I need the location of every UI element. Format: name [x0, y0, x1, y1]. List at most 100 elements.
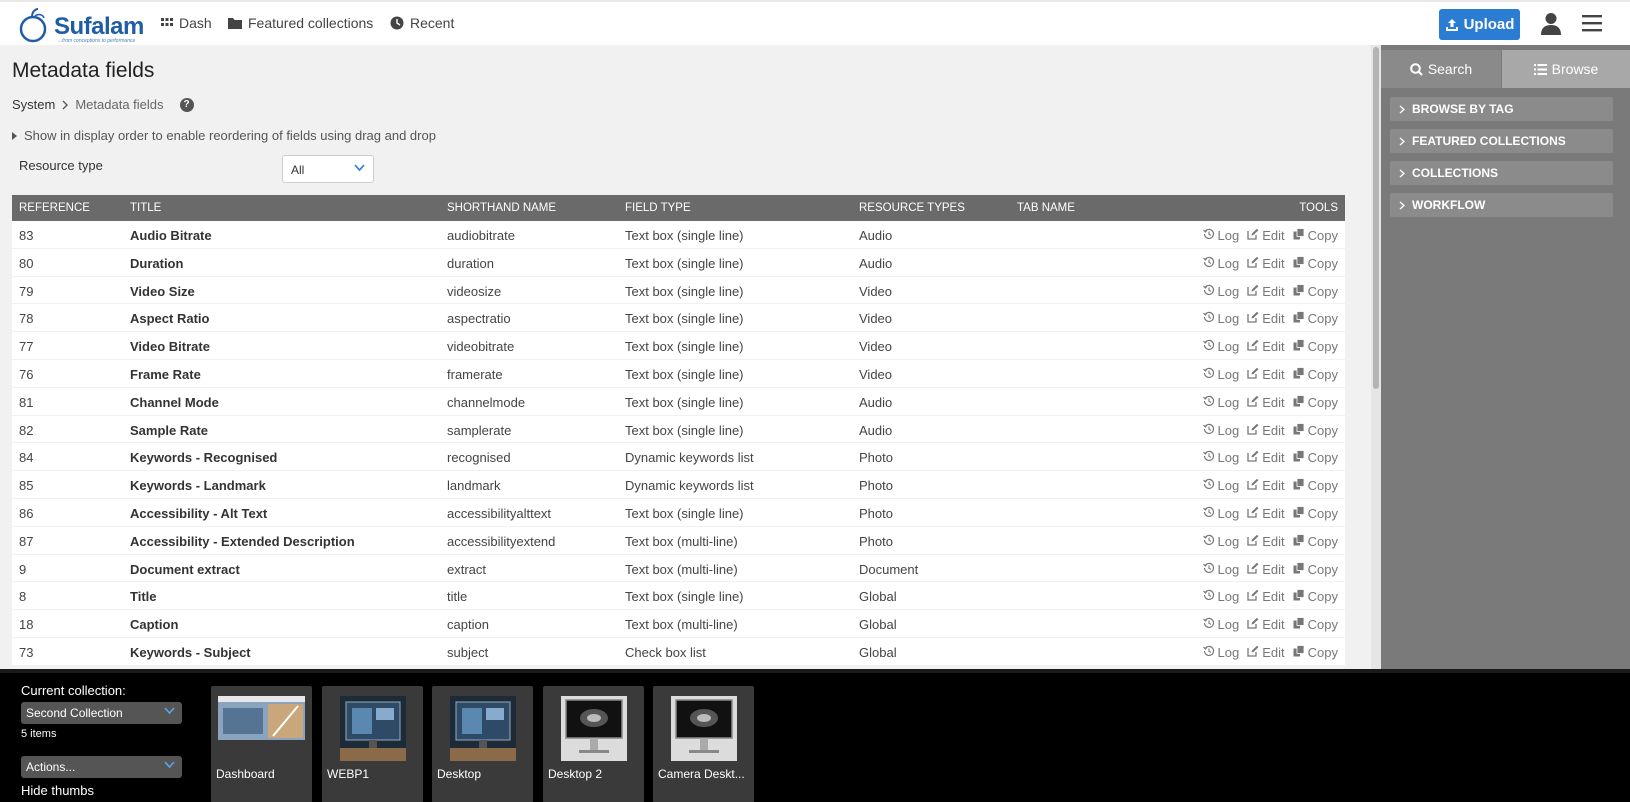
log-link[interactable]: Log	[1202, 534, 1239, 549]
log-link[interactable]: Log	[1202, 256, 1239, 271]
copy-link[interactable]: Copy	[1293, 645, 1338, 660]
tab-search[interactable]: Search	[1381, 50, 1501, 88]
table-row[interactable]: 87 Accessibility - Extended Description ac…	[12, 526, 1345, 555]
collection-select[interactable]: Second Collection	[21, 702, 182, 724]
copy-link[interactable]: Copy	[1293, 423, 1338, 438]
col-tab-name[interactable]: TAB NAME	[1017, 202, 1075, 214]
edit-link[interactable]: Edit	[1247, 395, 1285, 410]
col-reference[interactable]: REFERENCE	[19, 202, 90, 214]
table-row[interactable]: 18 Caption caption Text box (multi-line) Glo…	[12, 610, 1345, 638]
log-link[interactable]: Log	[1202, 284, 1239, 299]
collection-thumbnail[interactable]: Camera Deskt...	[653, 686, 754, 802]
edit-link[interactable]: Edit	[1247, 589, 1285, 604]
copy-link[interactable]: Copy	[1293, 311, 1338, 326]
user-account-icon[interactable]	[1540, 12, 1562, 41]
edit-link[interactable]: Edit	[1247, 534, 1285, 549]
hide-thumbs-link[interactable]: Hide thumbs	[21, 783, 94, 798]
history-icon	[1202, 645, 1215, 660]
collection-thumbnail[interactable]: Desktop	[432, 686, 533, 802]
copy-link[interactable]: Copy	[1293, 478, 1338, 493]
copy-link[interactable]: Copy	[1293, 284, 1338, 299]
log-link[interactable]: Log	[1202, 395, 1239, 410]
log-link[interactable]: Log	[1202, 589, 1239, 604]
upload-button[interactable]: Upload	[1439, 9, 1520, 40]
edit-link[interactable]: Edit	[1247, 423, 1285, 438]
copy-link[interactable]: Copy	[1293, 617, 1338, 632]
table-row[interactable]: 78 Aspect Ratio aspectratio Text box (singl…	[12, 304, 1345, 333]
log-link[interactable]: Log	[1202, 228, 1239, 243]
log-link[interactable]: Log	[1202, 617, 1239, 632]
edit-link[interactable]: Edit	[1247, 339, 1285, 354]
log-link[interactable]: Log	[1202, 423, 1239, 438]
table-row[interactable]: 79 Video Size videosize Text box (single li…	[12, 276, 1345, 305]
copy-link[interactable]: Copy	[1293, 339, 1338, 354]
edit-link[interactable]: Edit	[1247, 645, 1285, 660]
table-row[interactable]: 82 Sample Rate samplerate Text box (single …	[12, 415, 1345, 444]
actions-select[interactable]: Actions...	[21, 756, 182, 778]
hamburger-menu-icon[interactable]	[1582, 14, 1602, 37]
copy-link[interactable]: Copy	[1293, 228, 1338, 243]
log-link[interactable]: Log	[1202, 506, 1239, 521]
table-row[interactable]: 76 Frame Rate framerate Text box (single li…	[12, 359, 1345, 388]
table-row[interactable]: 77 Video Bitrate videobitrate Text box (sin…	[12, 332, 1345, 360]
edit-link[interactable]: Edit	[1247, 506, 1285, 521]
nav-featured-collections[interactable]: Featured collections	[228, 15, 373, 31]
edit-link[interactable]: Edit	[1247, 617, 1285, 632]
table-row[interactable]: 73 Keywords - Subject subject Check box lis…	[12, 637, 1345, 666]
nav-recent[interactable]: Recent	[390, 15, 454, 31]
table-row[interactable]: 80 Duration duration Text box (single line)…	[12, 248, 1345, 277]
table-row[interactable]: 86 Accessibility - Alt Text accessibilitya…	[12, 498, 1345, 527]
edit-link[interactable]: Edit	[1247, 450, 1285, 465]
col-shorthand[interactable]: SHORTHAND NAME	[447, 202, 556, 214]
cell-reference: 84	[19, 450, 34, 466]
copy-link[interactable]: Copy	[1293, 534, 1338, 549]
log-link[interactable]: Log	[1202, 339, 1239, 354]
edit-link[interactable]: Edit	[1247, 284, 1285, 299]
table-row[interactable]: 9 Document extract extract Text box (multi-…	[12, 554, 1345, 583]
table-row[interactable]: 83 Audio Bitrate audiobitrate Text box (sin…	[12, 221, 1345, 249]
sidebar-section-workflow[interactable]: WORKFLOW	[1390, 193, 1613, 217]
tab-browse[interactable]: Browse	[1502, 50, 1630, 88]
edit-link[interactable]: Edit	[1247, 478, 1285, 493]
log-link[interactable]: Log	[1202, 367, 1239, 382]
chevron-down-icon	[164, 707, 175, 715]
help-icon[interactable]: ?	[179, 97, 194, 112]
edit-link[interactable]: Edit	[1247, 228, 1285, 243]
edit-link[interactable]: Edit	[1247, 256, 1285, 271]
collection-thumbnail[interactable]: Desktop 2	[543, 686, 644, 802]
copy-link[interactable]: Copy	[1293, 506, 1338, 521]
log-link[interactable]: Log	[1202, 562, 1239, 577]
col-title[interactable]: TITLE	[130, 202, 161, 214]
copy-link[interactable]: Copy	[1293, 562, 1338, 577]
main-scrollbar[interactable]	[1371, 45, 1381, 669]
breadcrumb-system[interactable]: System	[12, 97, 55, 112]
resource-type-select[interactable]: All	[282, 155, 374, 183]
sufalam-logo[interactable]: Sufalam ...from conceptions to performan…	[18, 7, 144, 44]
copy-link[interactable]: Copy	[1293, 450, 1338, 465]
reorder-toggle[interactable]: Show in display order to enable reorderi…	[12, 128, 436, 143]
log-link[interactable]: Log	[1202, 450, 1239, 465]
table-row[interactable]: 85 Keywords - Landmark landmark Dynamic key…	[12, 471, 1345, 499]
log-link[interactable]: Log	[1202, 478, 1239, 493]
edit-link[interactable]: Edit	[1247, 562, 1285, 577]
edit-link[interactable]: Edit	[1247, 367, 1285, 382]
copy-link[interactable]: Copy	[1293, 589, 1338, 604]
log-link[interactable]: Log	[1202, 311, 1239, 326]
edit-link[interactable]: Edit	[1247, 311, 1285, 326]
nav-dash[interactable]: Dash	[161, 15, 212, 31]
sidebar-section-collections[interactable]: COLLECTIONS	[1390, 161, 1613, 185]
copy-link[interactable]: Copy	[1293, 395, 1338, 410]
collection-thumbnail[interactable]: WEBP1	[322, 686, 423, 802]
sidebar-section-featured-collections[interactable]: FEATURED COLLECTIONS	[1390, 129, 1613, 153]
sidebar-section-browse-by-tag[interactable]: BROWSE BY TAG	[1390, 97, 1613, 121]
copy-link[interactable]: Copy	[1293, 256, 1338, 271]
scrollbar-thumb[interactable]	[1373, 47, 1379, 389]
table-row[interactable]: 84 Keywords - Recognised recognised Dynamic…	[12, 443, 1345, 472]
table-row[interactable]: 81 Channel Mode channelmode Text box (singl…	[12, 387, 1345, 416]
col-field-type[interactable]: FIELD TYPE	[625, 202, 691, 214]
collection-thumbnail[interactable]: Dashboard	[211, 686, 312, 802]
col-resource-types[interactable]: RESOURCE TYPES	[859, 202, 965, 214]
copy-link[interactable]: Copy	[1293, 367, 1338, 382]
log-link[interactable]: Log	[1202, 645, 1239, 660]
table-row[interactable]: 8 Title title Text box (single line) Global L…	[12, 582, 1345, 611]
